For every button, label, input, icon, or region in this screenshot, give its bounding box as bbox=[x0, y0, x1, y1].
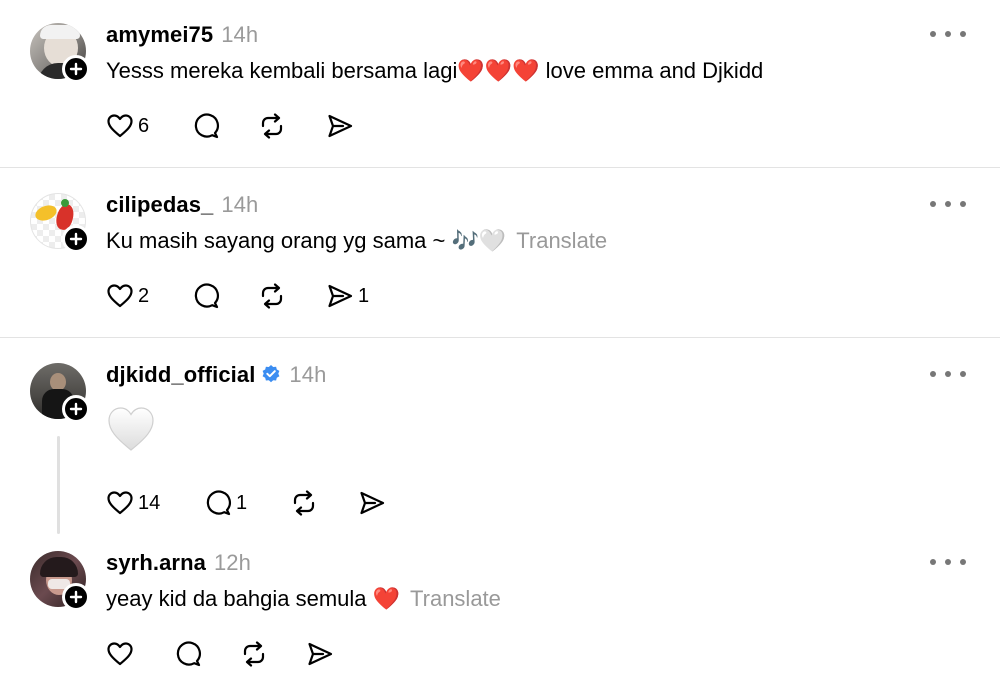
username-row: syrh.arna 12h bbox=[106, 550, 251, 576]
follow-button[interactable] bbox=[62, 583, 90, 611]
send-icon bbox=[308, 642, 333, 666]
reply-button[interactable] bbox=[174, 639, 202, 669]
send-icon bbox=[360, 491, 385, 515]
reply-button[interactable] bbox=[192, 281, 220, 311]
repost-button[interactable] bbox=[258, 111, 286, 141]
verified-badge-icon bbox=[263, 365, 280, 383]
repost-icon bbox=[261, 113, 283, 139]
divider bbox=[0, 337, 1000, 338]
more-icon[interactable] bbox=[930, 24, 966, 44]
comment-icon bbox=[194, 283, 219, 309]
heart-icon bbox=[107, 284, 133, 308]
divider bbox=[0, 167, 1000, 168]
share-button[interactable]: 1 bbox=[326, 281, 369, 311]
repost-icon bbox=[293, 490, 315, 516]
share-count: 1 bbox=[358, 284, 370, 307]
like-button[interactable]: 6 bbox=[106, 111, 149, 141]
plus-icon bbox=[69, 590, 83, 604]
plus-icon bbox=[69, 62, 83, 76]
post-body: Ku masih sayang orang yg sama ~ 🎶🤍 bbox=[106, 228, 507, 253]
share-button[interactable] bbox=[326, 111, 354, 141]
comment-icon bbox=[194, 113, 219, 139]
heart-icon bbox=[107, 642, 133, 666]
username-row: amymei75 14h bbox=[106, 22, 258, 48]
username-row: djkidd_official 14h bbox=[106, 362, 326, 388]
plus-icon bbox=[69, 232, 83, 246]
post-text: Yesss mereka kembali bersama lagi❤️❤️❤️ … bbox=[106, 58, 763, 84]
more-icon[interactable] bbox=[930, 194, 966, 214]
like-count: 2 bbox=[138, 284, 150, 307]
like-button[interactable] bbox=[106, 639, 134, 669]
repost-icon bbox=[261, 283, 283, 309]
plus-icon bbox=[69, 402, 83, 416]
more-icon[interactable] bbox=[930, 364, 966, 384]
like-count: 14 bbox=[138, 491, 161, 514]
repost-button[interactable] bbox=[240, 639, 268, 669]
reply-button[interactable] bbox=[192, 111, 220, 141]
like-button[interactable]: 14 bbox=[106, 488, 160, 518]
username-row: cilipedas_ 14h bbox=[106, 192, 258, 218]
timestamp[interactable]: 14h bbox=[221, 22, 258, 47]
thread-line bbox=[57, 436, 60, 534]
follow-button[interactable] bbox=[62, 55, 90, 83]
post-body: yeay kid da bahgia semula ❤️ bbox=[106, 586, 401, 611]
avatar-wrap[interactable] bbox=[30, 363, 90, 423]
comment-icon bbox=[176, 641, 201, 667]
more-icon[interactable] bbox=[930, 552, 966, 572]
heart-icon bbox=[107, 491, 133, 515]
username[interactable]: djkidd_official bbox=[106, 362, 255, 387]
follow-button[interactable] bbox=[62, 225, 90, 253]
timestamp[interactable]: 14h bbox=[221, 192, 258, 217]
reply-button[interactable]: 1 bbox=[204, 488, 247, 518]
avatar-wrap[interactable] bbox=[30, 551, 90, 611]
translate-link[interactable]: Translate bbox=[516, 228, 607, 253]
follow-button[interactable] bbox=[62, 395, 90, 423]
timestamp[interactable]: 14h bbox=[289, 362, 326, 387]
post-text: yeay kid da bahgia semula ❤️ Translate bbox=[106, 586, 501, 612]
post-text: Ku masih sayang orang yg sama ~ 🎶🤍 Transl… bbox=[106, 228, 607, 254]
username[interactable]: cilipedas_ bbox=[106, 192, 213, 217]
translate-link[interactable]: Translate bbox=[410, 586, 501, 611]
reply-count: 1 bbox=[236, 491, 248, 514]
username[interactable]: amymei75 bbox=[106, 22, 213, 47]
share-button[interactable] bbox=[306, 639, 334, 669]
heart-icon bbox=[107, 114, 133, 138]
avatar-wrap[interactable] bbox=[30, 23, 90, 83]
post-body: Yesss mereka kembali bersama lagi❤️❤️❤️ … bbox=[106, 58, 764, 83]
repost-icon bbox=[243, 641, 265, 667]
timestamp[interactable]: 12h bbox=[214, 550, 251, 575]
like-count: 6 bbox=[138, 114, 150, 137]
username[interactable]: syrh.arna bbox=[106, 550, 206, 575]
comment-icon bbox=[206, 490, 231, 516]
share-button[interactable] bbox=[358, 488, 386, 518]
avatar-wrap[interactable] bbox=[30, 193, 90, 253]
repost-button[interactable] bbox=[290, 488, 318, 518]
post-body-emoji bbox=[106, 404, 156, 454]
send-icon bbox=[328, 284, 353, 308]
send-icon bbox=[328, 114, 353, 138]
like-button[interactable]: 2 bbox=[106, 281, 149, 311]
white-heart-emoji bbox=[108, 407, 154, 451]
repost-button[interactable] bbox=[258, 281, 286, 311]
